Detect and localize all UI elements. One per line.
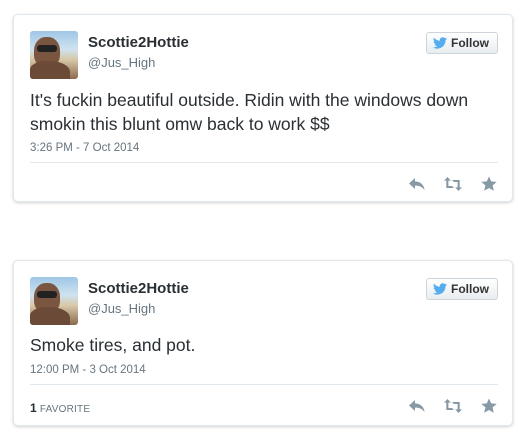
reply-button[interactable]	[408, 398, 426, 414]
twitter-bird-icon	[433, 283, 447, 295]
favorites-count: 1	[30, 401, 37, 415]
favorite-button[interactable]	[480, 176, 498, 192]
timestamp[interactable]: 12:00 PM - 3 Oct 2014	[30, 364, 146, 376]
follow-label: Follow	[451, 282, 489, 296]
timestamp[interactable]: 3:26 PM - 7 Oct 2014	[30, 142, 139, 154]
reply-button[interactable]	[408, 176, 426, 192]
avatar[interactable]	[30, 277, 78, 325]
divider	[30, 162, 498, 163]
star-icon	[481, 398, 497, 413]
tweet-card: Scottie2Hottie @Jus_High Follow It's fuc…	[13, 14, 513, 202]
avatar[interactable]	[30, 31, 78, 79]
star-icon	[481, 176, 497, 191]
reply-icon	[409, 178, 425, 190]
follow-button[interactable]: Follow	[426, 278, 498, 300]
retweet-icon	[444, 177, 462, 191]
twitter-bird-icon	[433, 37, 447, 49]
follow-label: Follow	[451, 36, 489, 50]
display-name[interactable]: Scottie2Hottie	[88, 280, 189, 297]
divider	[30, 384, 498, 385]
user-handle[interactable]: @Jus_High	[88, 301, 155, 316]
reply-icon	[409, 400, 425, 412]
follow-button[interactable]: Follow	[426, 32, 498, 54]
favorite-button[interactable]	[480, 398, 498, 414]
tweet-actions	[408, 398, 498, 414]
display-name[interactable]: Scottie2Hottie	[88, 34, 189, 51]
retweet-button[interactable]	[444, 176, 462, 192]
favorites-stat[interactable]: 1 FAVORITE	[30, 401, 90, 415]
tweet-actions	[408, 176, 498, 192]
retweet-button[interactable]	[444, 398, 462, 414]
tweet-text: Smoke tires, and pot.	[30, 335, 196, 355]
user-handle[interactable]: @Jus_High	[88, 55, 155, 70]
tweet-text: It's fuckin beautiful outside. Ridin wit…	[30, 90, 469, 134]
favorites-label: FAVORITE	[39, 404, 91, 415]
retweet-icon	[444, 399, 462, 413]
tweet-card: Scottie2Hottie @Jus_High Follow Smoke ti…	[13, 260, 513, 426]
